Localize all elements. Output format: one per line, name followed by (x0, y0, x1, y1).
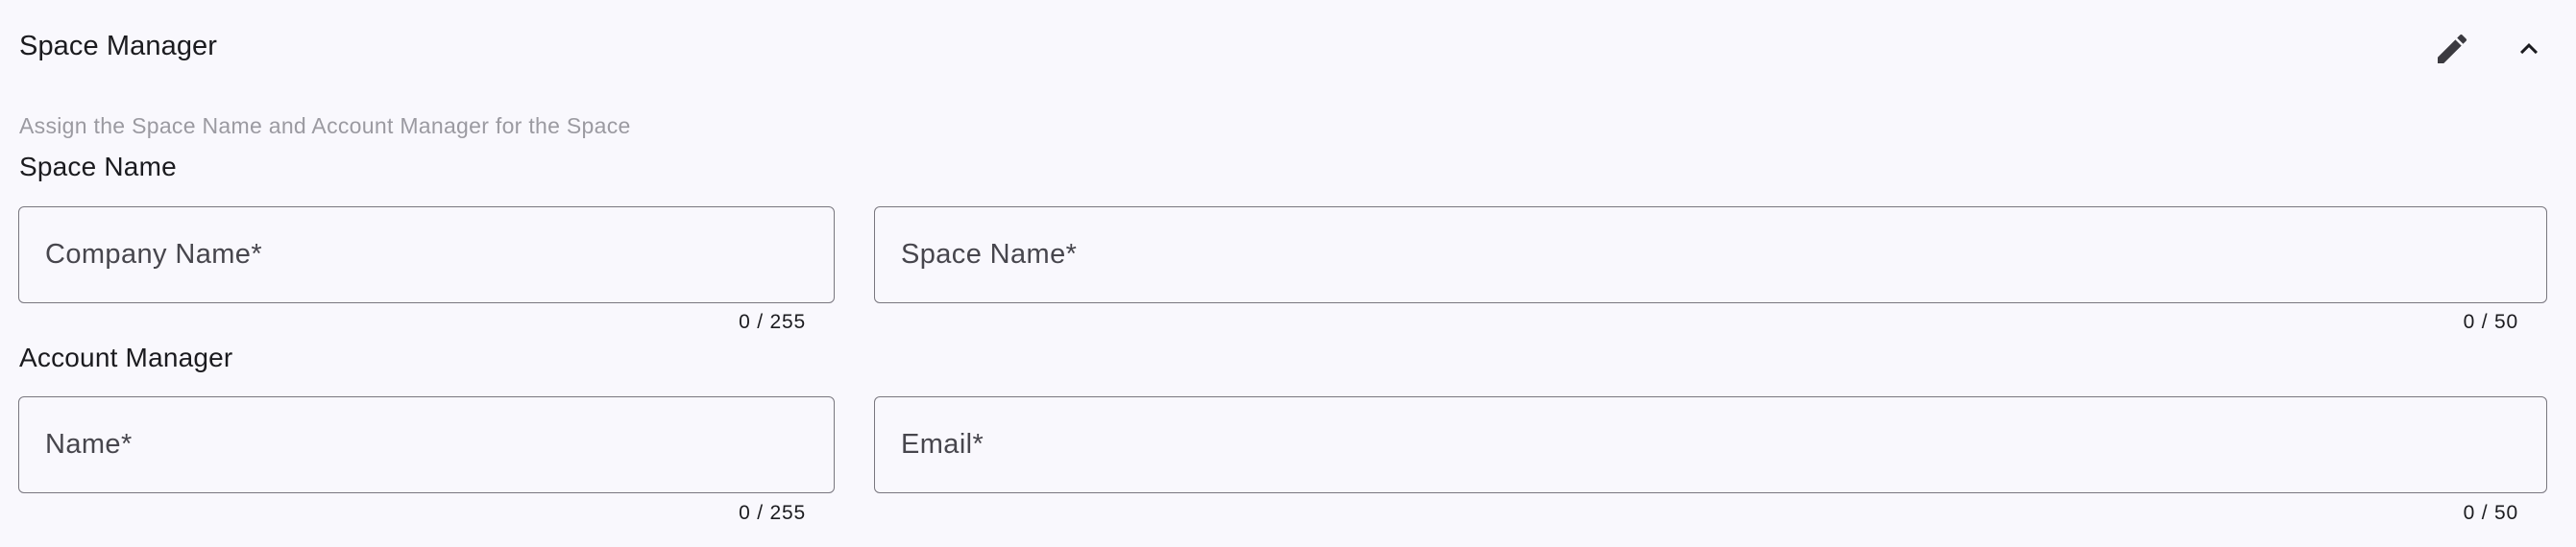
manager-name-char-counter: 0 / 255 (739, 502, 806, 524)
space-name-input[interactable] (875, 207, 2546, 302)
account-manager-section-label: Account Manager (19, 343, 233, 372)
panel-description: Assign the Space Name and Account Manage… (19, 113, 631, 138)
panel-title: Space Manager (19, 31, 218, 61)
chevron-up-icon (2520, 43, 2538, 55)
space-name-char-counter: 0 / 50 (2463, 311, 2518, 333)
company-name-char-counter: 0 / 255 (739, 311, 806, 333)
space-name-section-label: Space Name (19, 152, 177, 181)
header-actions (2424, 21, 2557, 77)
manager-name-input[interactable] (19, 397, 834, 492)
edit-button[interactable] (2424, 21, 2480, 77)
collapse-button[interactable] (2501, 21, 2557, 77)
company-name-field[interactable] (18, 206, 835, 303)
company-name-input[interactable] (19, 207, 834, 302)
pencil-icon (2438, 34, 2467, 63)
manager-email-field[interactable] (874, 396, 2547, 493)
manager-email-input[interactable] (875, 397, 2546, 492)
manager-name-field[interactable] (18, 396, 835, 493)
space-name-field[interactable] (874, 206, 2547, 303)
space-manager-panel: Space Manager Assign the Space Name and … (0, 0, 2576, 547)
manager-email-char-counter: 0 / 50 (2463, 502, 2518, 524)
